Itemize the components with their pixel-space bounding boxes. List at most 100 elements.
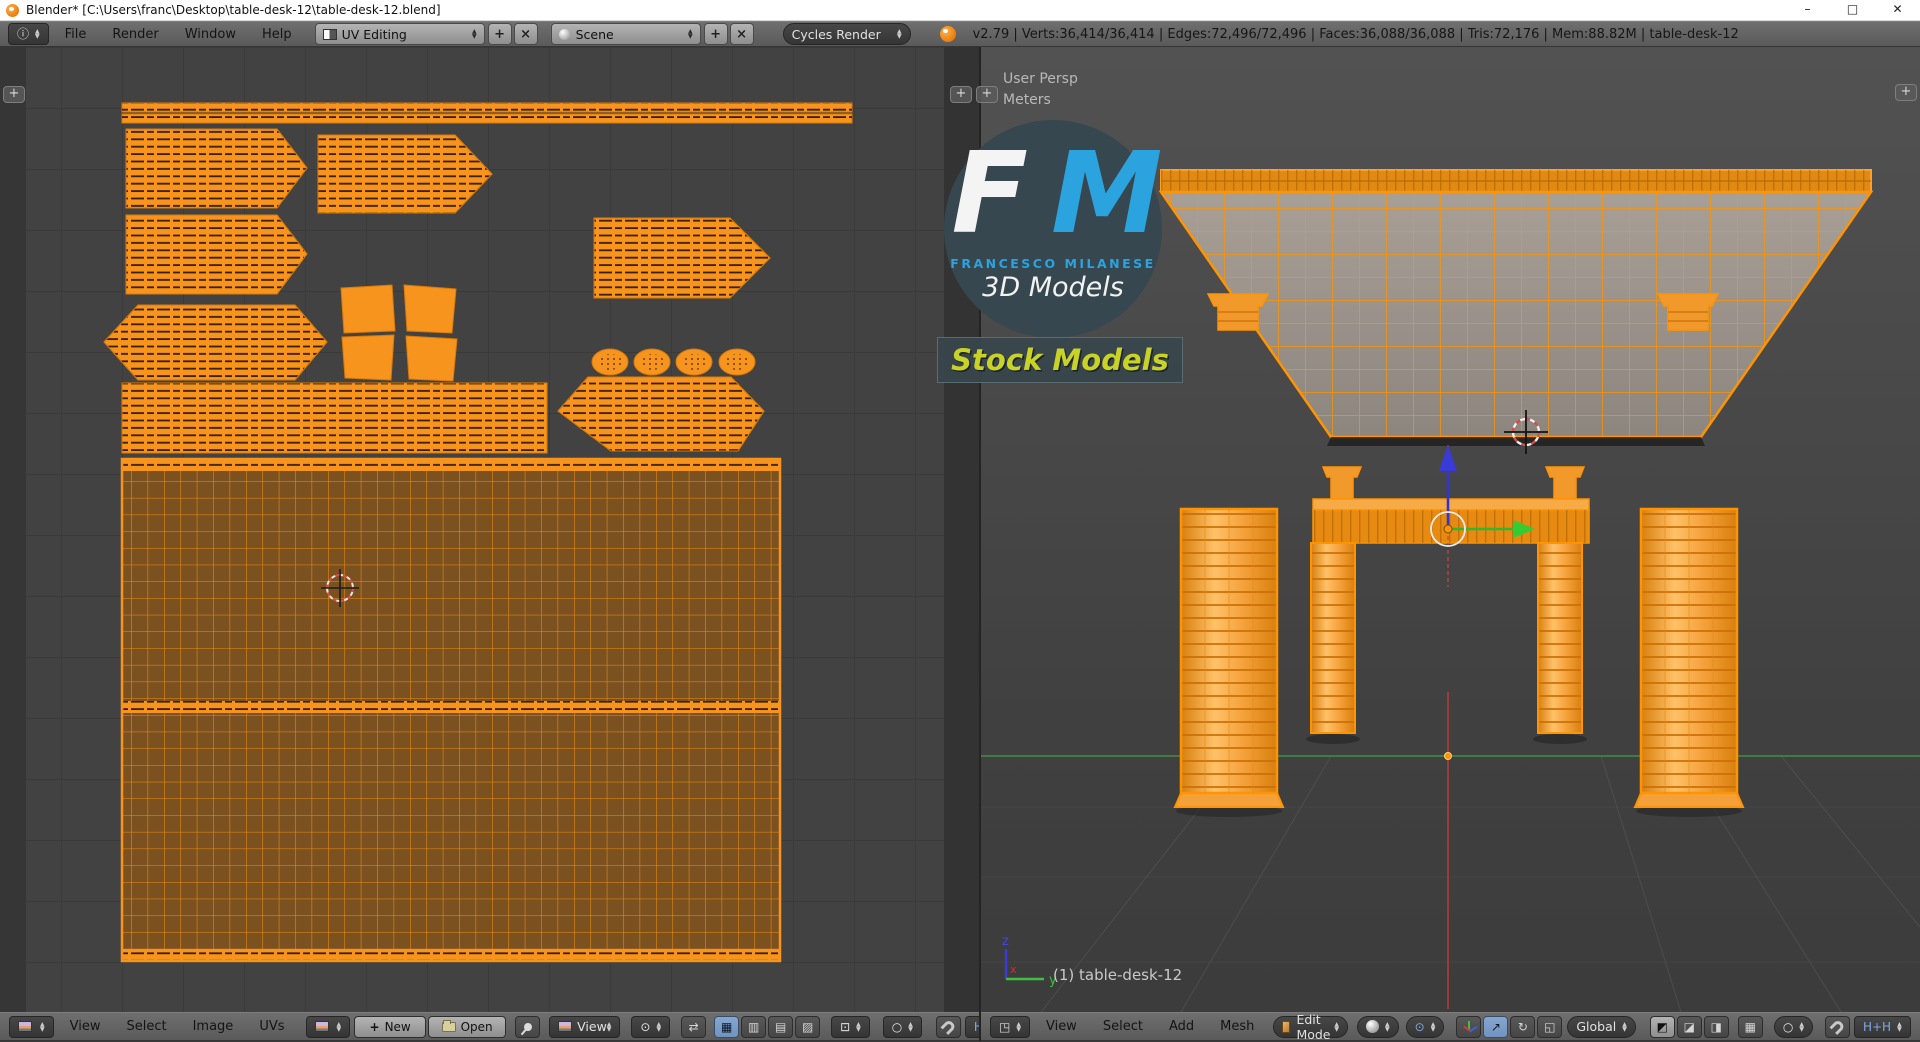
updown-arrows: ▲▼ [1799,1022,1804,1032]
viewport-shading-selector[interactable]: ▲▼ [1357,1016,1399,1038]
scene-selector[interactable]: Scene ▲▼ [551,23,701,45]
pivot-point-selector[interactable]: ⊙ ▲▼ [1406,1016,1445,1038]
uv-pivot-selector[interactable]: ⊙ ▲▼ [631,1016,670,1038]
view3d-editor-icon: ◳ [999,1021,1010,1033]
editor-type-selector[interactable]: ⓘ ▲▼ [8,23,49,45]
edge-select-button[interactable]: ◪ [1677,1016,1702,1038]
screen-layout-icon [323,29,337,40]
expand-toolshelf-button[interactable]: + [976,86,998,103]
uv-menu-view[interactable]: View [57,1019,114,1034]
axis-x-label: x [1010,963,1017,976]
expand-region-button-left[interactable]: + [3,86,25,103]
uv-display-mode-selector[interactable]: View ▲▼ [549,1016,620,1038]
viewport-axis-gizmo: z y x [1002,934,1057,988]
axis-z-label: z [1002,934,1009,949]
delete-layout-button[interactable]: × [514,23,538,45]
updown-arrows: ▲▼ [40,1022,45,1032]
menu-window[interactable]: Window [172,27,249,42]
vertex-select-button[interactable]: ◩ [1650,1016,1675,1038]
updown-arrows: ▲▼ [337,1022,342,1032]
close-button[interactable]: ✕ [1875,0,1920,21]
updown-arrows: ▲▼ [1334,1022,1339,1032]
viewport-editor-type-selector[interactable]: ◳ ▲▼ [990,1016,1030,1038]
menu-file[interactable]: File [52,27,100,42]
rotate-arc-icon: ↻ [1518,1021,1528,1033]
add-scene-button[interactable]: + [704,23,728,45]
screen-layout-selector[interactable]: UV Editing ▲▼ [315,23,485,45]
expand-properties-button[interactable]: + [1895,84,1917,101]
pin-toggle-button[interactable] [515,1016,540,1038]
scene-icon [559,29,570,40]
snap-toggle-button[interactable] [936,1016,961,1038]
uv-select-face-button[interactable]: ▤ [768,1016,793,1038]
manipulator-toggle-button[interactable] [1456,1016,1481,1038]
viewport-snap-toggle-button[interactable] [1825,1016,1850,1038]
updown-arrows: ▲▼ [1622,1022,1627,1032]
updown-arrows: ▲▼ [908,1022,913,1032]
uv-menu-select[interactable]: Select [113,1019,179,1034]
magnet-icon [940,1018,956,1034]
manipulator-axes-icon [1462,1020,1476,1034]
updown-arrows: ▲▼ [656,1022,661,1032]
new-image-button[interactable]: + New [354,1016,426,1038]
occlude-geometry-icon: ▦ [1745,1021,1756,1033]
blender-app-icon [6,4,19,17]
viewport-snap-element-selector[interactable]: H+H ▲▼ [1854,1016,1911,1038]
limit-selection-visible-button[interactable]: ▦ [1738,1016,1763,1038]
uv-editor-canvas[interactable] [0,47,979,1012]
render-engine-selector[interactable]: Cycles Render ▲▼ [783,23,911,45]
edit-mode-cube-icon [1282,1021,1290,1033]
proportional-edit-selector[interactable]: ○ ▲▼ [883,1016,922,1038]
shading-sphere-icon [1366,1020,1379,1033]
open-image-label: Open [461,1020,493,1034]
uv-editor-type-selector[interactable]: ▲▼ [9,1016,54,1038]
info-editor-icon: ⓘ [17,28,29,40]
view3d-menu-view[interactable]: View [1033,1019,1090,1034]
sticky-selection-selector[interactable]: ⊡ ▲▼ [831,1016,870,1038]
uv-sync-selection-toggle[interactable]: ⇄ [681,1016,706,1038]
image-editor-icon [18,1021,32,1032]
uv-select-vertex-button[interactable]: ▦ [714,1016,739,1038]
image-datablock-selector[interactable]: ▲▼ [306,1016,351,1038]
menu-help[interactable]: Help [249,27,305,42]
scale-manipulator-button[interactable]: ◱ [1537,1016,1562,1038]
watermark-subtitle: 3D Models [944,272,1162,303]
add-layout-button[interactable]: + [488,23,512,45]
uv-menu-uvs[interactable]: UVs [246,1019,297,1034]
uv-select-edge-button[interactable]: ▥ [741,1016,766,1038]
maximize-button[interactable]: □ [1830,0,1875,21]
proportional-edit-icon: ○ [1783,1021,1793,1033]
folder-icon [442,1022,456,1032]
updown-arrows: ▲▼ [1431,1022,1436,1032]
uv-editor-drawing [0,47,979,1012]
viewport-proportional-edit-selector[interactable]: ○ ▲▼ [1774,1016,1813,1038]
watermark-initial-m: M [1051,129,1154,259]
translate-manipulator-button[interactable]: ↗ [1483,1016,1508,1038]
face-select-button[interactable]: ◨ [1704,1016,1729,1038]
uv-menu-image[interactable]: Image [180,1019,247,1034]
table-model [1151,170,1881,817]
view3d-menu-add[interactable]: Add [1156,1019,1207,1034]
face-mode-icon: ▤ [775,1021,786,1033]
blender-logo-icon [940,26,956,42]
updown-arrows: ▲▼ [35,29,40,39]
window-title: Blender* [C:\Users\franc\Desktop\table-d… [26,3,441,17]
translate-arrow-icon: ↗ [1491,1021,1501,1033]
watermark-banner-text: Stock Models [951,343,1169,377]
view3d-menu-select[interactable]: Select [1090,1019,1156,1034]
expand-region-button-uv-right[interactable]: + [950,86,972,103]
updown-arrows: ▲▼ [1016,1022,1021,1032]
updown-arrows: ▲▼ [1897,1022,1902,1032]
delete-scene-button[interactable]: × [730,23,754,45]
mode-selector[interactable]: Edit Mode ▲▼ [1273,1016,1348,1038]
minimize-button[interactable]: – [1785,0,1830,21]
window-titlebar: Blender* [C:\Users\franc\Desktop\table-d… [0,0,1920,21]
rotate-manipulator-button[interactable]: ↻ [1510,1016,1535,1038]
info-header: ⓘ ▲▼ File Render Window Help UV Editing … [0,21,1920,47]
uv-select-island-button[interactable]: ▨ [795,1016,820,1038]
transform-orientation-selector[interactable]: Global ▲▼ [1567,1016,1636,1038]
menu-render[interactable]: Render [99,27,171,42]
view3d-menu-mesh[interactable]: Mesh [1207,1019,1267,1034]
open-image-button[interactable]: Open [428,1016,506,1038]
sync-selection-icon: ⇄ [689,1021,699,1033]
